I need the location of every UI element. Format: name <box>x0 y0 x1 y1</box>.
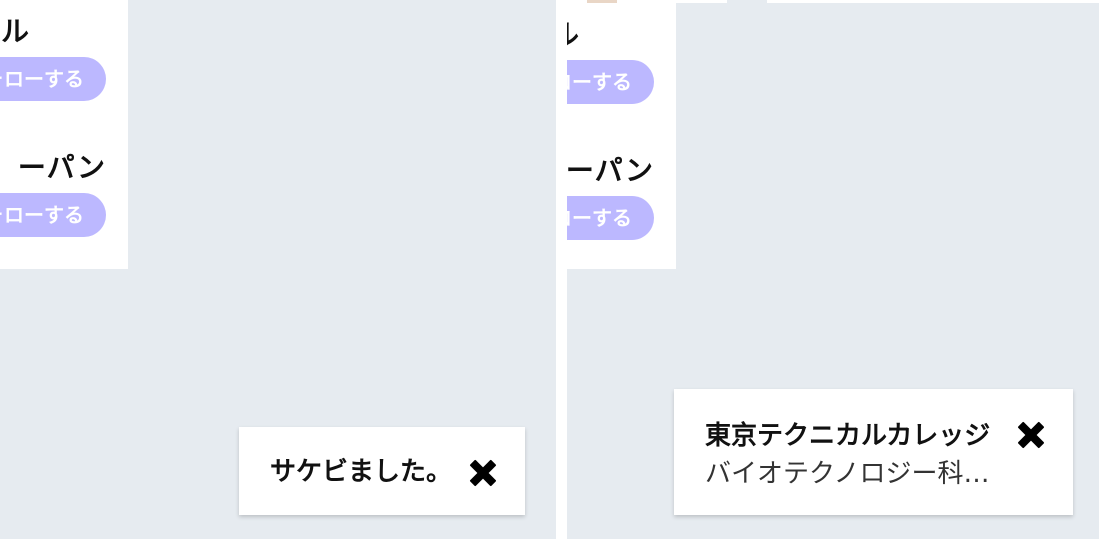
follow-button[interactable]: フォローする <box>567 196 654 240</box>
left-pane: ル フォローする ーパン フォローする サケビました。 <box>0 0 556 539</box>
follow-button[interactable]: フォローする <box>0 57 106 101</box>
suggestion-name[interactable]: ル <box>1 10 30 50</box>
suggestion-name[interactable]: ーパン <box>18 146 106 186</box>
follow-button[interactable]: フォローする <box>567 60 654 104</box>
toast-title: サケビました。 <box>270 457 453 487</box>
suggestion-card: ル フォローする ーパン フォローする <box>0 0 128 269</box>
follow-button[interactable]: フォローする <box>0 193 106 237</box>
right-pane: ル フォローする ーパン フォローする 東京テクニカルカレッジ バイオテクノロジ… <box>567 0 1099 539</box>
suggestion-name[interactable]: ーパン <box>567 149 654 189</box>
suggestion-card: ル フォローする ーパン フォローする <box>567 3 676 269</box>
toast-subtitle: バイオテクノロジー科… <box>705 459 990 489</box>
close-icon[interactable] <box>469 459 497 487</box>
toast-notification: 東京テクニカルカレッジ バイオテクノロジー科… <box>674 389 1073 515</box>
close-icon[interactable] <box>1017 421 1045 449</box>
toast-notification: サケビました。 <box>239 427 525 515</box>
topbar-strip <box>767 0 1099 3</box>
suggestion-name[interactable]: ル <box>567 13 580 53</box>
toast-title: 東京テクニカルカレッジ <box>705 421 991 451</box>
